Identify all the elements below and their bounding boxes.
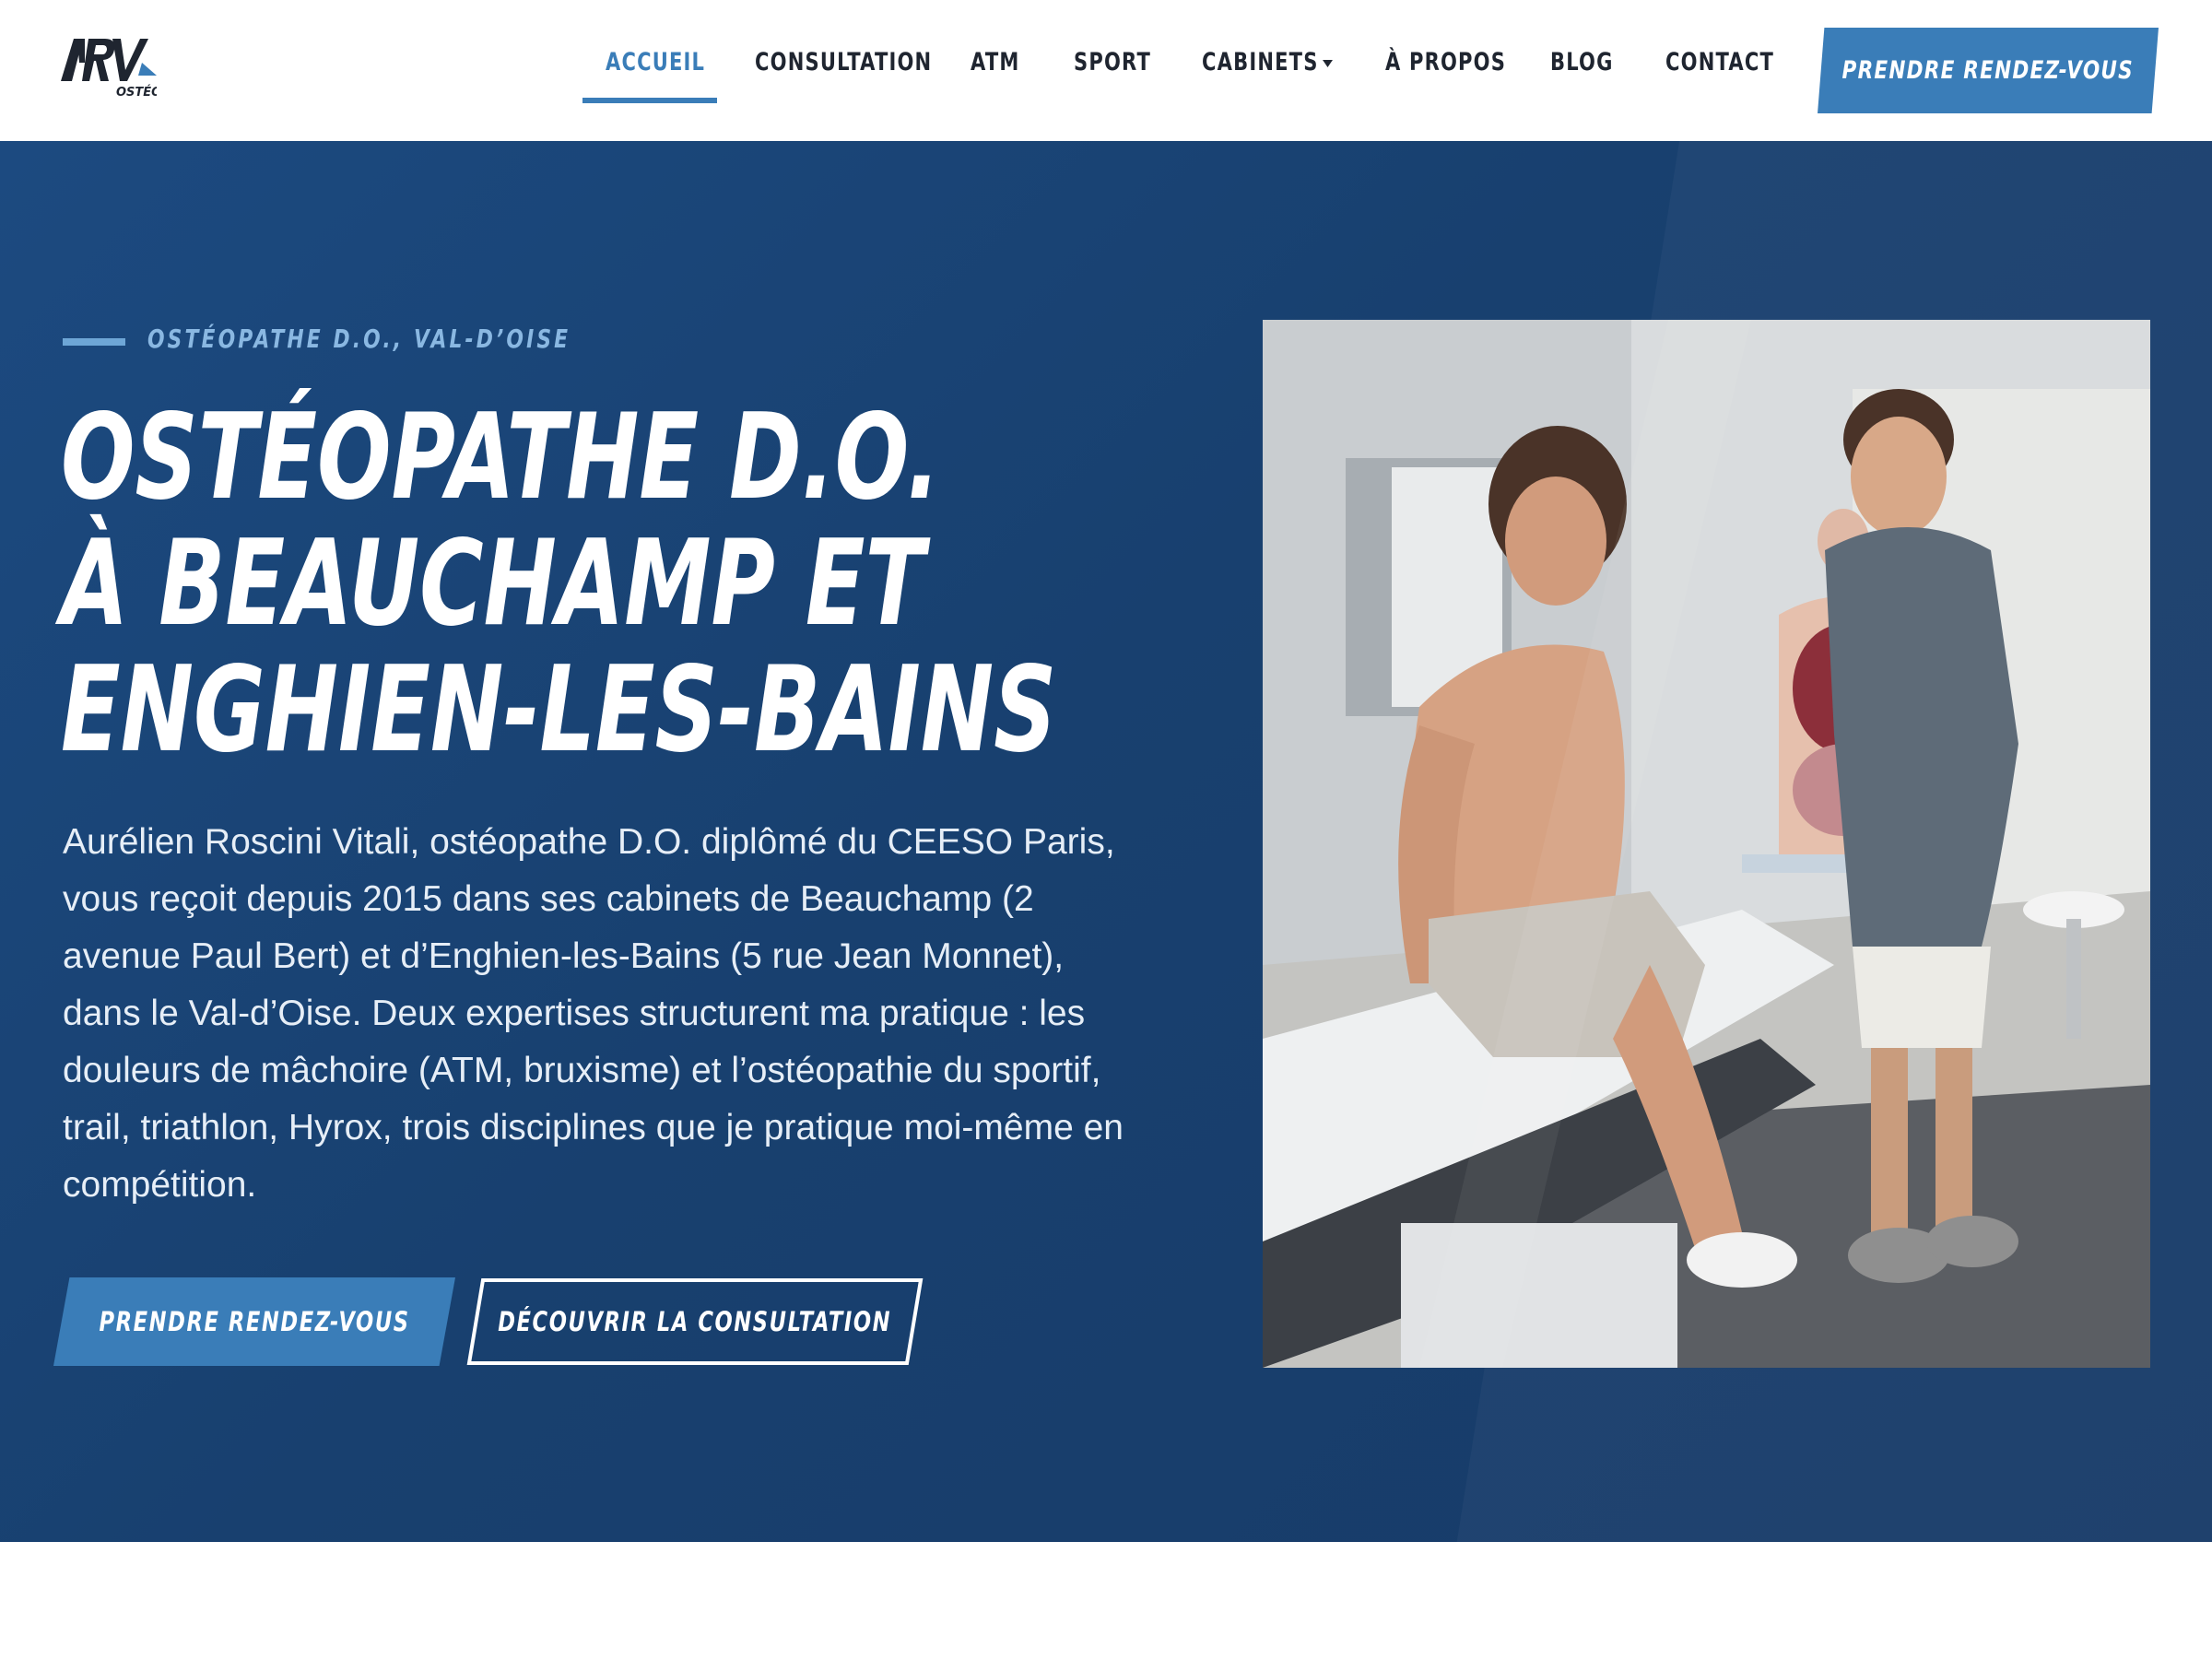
nav-item-cabinets[interactable]: CABINETS bbox=[1202, 48, 1334, 88]
nav-item-sport[interactable]: SPORT bbox=[1074, 48, 1151, 88]
site-logo[interactable]: OSTÉO bbox=[61, 35, 161, 101]
hero-title: OSTÉOPATHE D.O. À BEAUCHAMP ET ENGHIEN-L… bbox=[61, 389, 1057, 779]
logo-subtext: OSTÉO bbox=[116, 85, 157, 100]
hero-section: OSTÉOPATHE D.O., VAL-D’OISE OSTÉOPATHE D… bbox=[0, 141, 2212, 1542]
nav-item-accueil[interactable]: ACCUEIL bbox=[606, 48, 705, 88]
discover-consultation-label: DÉCOUVRIR LA CONSULTATION bbox=[498, 1306, 892, 1337]
nav-item-a-propos[interactable]: À PROPOS bbox=[1385, 48, 1506, 88]
nav-item-atm[interactable]: ATM bbox=[971, 48, 1020, 88]
hero-eyebrow: OSTÉOPATHE D.O., VAL-D’OISE bbox=[147, 324, 571, 354]
active-nav-indicator bbox=[582, 98, 717, 103]
eyebrow-line bbox=[63, 338, 125, 346]
nav-item-blog[interactable]: BLOG bbox=[1550, 48, 1614, 88]
nav-item-cabinets-label: CABINETS bbox=[1202, 48, 1319, 76]
header-appointment-button[interactable]: PRENDRE RENDEZ-VOUS bbox=[1818, 28, 2159, 113]
hero-appointment-button[interactable]: PRENDRE RENDEZ-VOUS bbox=[53, 1277, 455, 1366]
hero-title-line-2: À BEAUCHAMP ET bbox=[61, 515, 925, 653]
hero-title-line-1: OSTÉOPATHE D.O. bbox=[61, 389, 941, 526]
next-section bbox=[0, 1542, 2212, 1659]
nav-item-contact[interactable]: CONTACT bbox=[1665, 48, 1774, 88]
discover-consultation-button[interactable]: DÉCOUVRIR LA CONSULTATION bbox=[466, 1277, 924, 1366]
consultation-photo bbox=[1263, 320, 2150, 1368]
header-appointment-label: PRENDRE RENDEZ-VOUS bbox=[1841, 56, 2135, 85]
site-header: OSTÉO ACCUEIL CONSULTATION ATM SPORT CAB… bbox=[0, 0, 2212, 141]
hero-title-line-3: ENGHIEN-LES-BAINS bbox=[61, 641, 1057, 779]
nav-item-consultation[interactable]: CONSULTATION bbox=[755, 48, 932, 88]
hero-appointment-label: PRENDRE RENDEZ-VOUS bbox=[99, 1306, 410, 1337]
chevron-down-icon bbox=[1323, 59, 1334, 67]
hero-description: Aurélien Roscini Vitali, ostéopathe D.O.… bbox=[63, 822, 1124, 1205]
